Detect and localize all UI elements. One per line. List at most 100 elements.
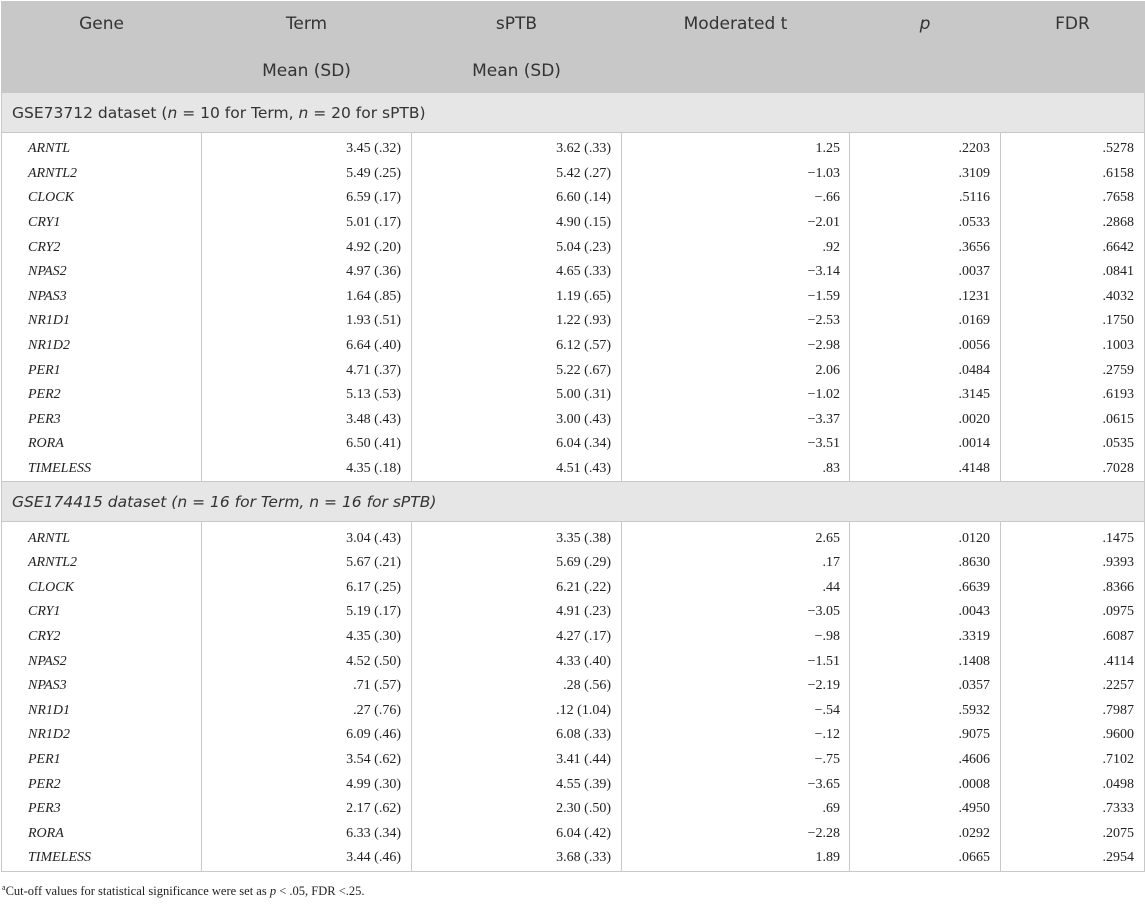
sptb-mean-cell: .28 (.56) [411,673,622,699]
sptb-mean-cell: 6.21 (.22) [411,575,622,601]
fdr-cell: .7333 [1000,796,1145,822]
p-value-cell: .4148 [849,456,1001,483]
fdr-cell: .6087 [1000,624,1145,650]
moderated-t-cell: .83 [621,456,850,483]
p-value-cell: .0008 [849,772,1001,797]
term-mean-cell: 4.35 (.18) [201,456,412,483]
moderated-t-cell: −3.37 [621,407,850,433]
sptb-mean-cell: 5.42 (.27) [411,161,622,187]
gene-cell: CRY2 [1,624,202,650]
fdr-cell: .0615 [1000,407,1145,433]
gene-cell: ARNTL2 [1,550,202,576]
moderated-t-cell: 1.25 [621,137,850,162]
term-mean-cell: 5.49 (.25) [201,161,412,187]
gene-cell: TIMELESS [1,846,202,872]
gene-cell: CLOCK [1,186,202,211]
gene-cell: ARNTL [1,526,202,551]
sptb-mean-cell: 4.55 (.39) [411,772,622,797]
table-row: NPAS3 1.64 (.85) 1.19 (.65) −1.59.1231.4032 [1,284,1145,310]
results-table: Gene Term sPTB Moderated t p FDR Mean (S… [1,1,1145,872]
fdr-cell: .9393 [1000,550,1145,576]
p-value-cell: .5932 [849,698,1001,724]
moderated-t-cell: 2.06 [621,358,850,383]
term-mean-cell: 1.93 (.51) [201,309,412,334]
fdr-cell: .2868 [1000,210,1145,236]
p-value-cell: .9075 [849,723,1001,748]
term-mean-cell: 3.44 (.46) [201,846,412,872]
term-mean-cell: .71 (.57) [201,673,412,699]
gene-cell: NPAS3 [1,284,202,310]
table-row: PER3 2.17 (.62) 2.30 (.50) .69.4950.7333 [1,796,1145,822]
sptb-mean-cell: 6.12 (.57) [411,333,622,359]
gene-cell: NR1D2 [1,723,202,748]
moderated-t-cell: −3.14 [621,259,850,285]
table-row: ARNTL 3.45 (.32) 3.62 (.33) 1.25.2203.5278 [1,137,1145,162]
section-title-row: GSE73712 dataset (n = 10 for Term, n = 2… [1,92,1145,133]
fdr-cell: .6158 [1000,161,1145,187]
fdr-cell: .1475 [1000,526,1145,551]
p-value-cell: .8630 [849,550,1001,576]
table-row: RORA 6.50 (.41) 6.04 (.34) −3.51.0014.0535 [1,432,1145,457]
sptb-mean-cell: 4.33 (.40) [411,649,622,674]
table-row: TIMELESS 3.44 (.46) 3.68 (.33) 1.89.0665.29… [1,846,1145,872]
gene-cell: CRY1 [1,210,202,236]
term-mean-cell: 2.17 (.62) [201,796,412,822]
p-value-cell: .3656 [849,235,1001,260]
gene-cell: NR1D1 [1,698,202,724]
sptb-mean-cell: 6.04 (.34) [411,432,622,457]
term-mean-cell: 6.50 (.41) [201,432,412,457]
p-value-cell: .2203 [849,137,1001,162]
footnote: aCut-off values for statistical signific… [2,883,365,899]
fdr-cell: .0975 [1000,600,1145,625]
p-value-cell: .5116 [849,186,1001,211]
table-row: CLOCK 6.17 (.25) 6.21 (.22) .44.6639.8366 [1,575,1145,601]
p-value-cell: .0037 [849,259,1001,285]
gene-cell: ARNTL2 [1,161,202,187]
gene-cell: TIMELESS [1,456,202,483]
term-mean-cell: 5.19 (.17) [201,600,412,625]
table-row: ARNTL2 5.67 (.21) 5.69 (.29) .17.8630.9393 [1,550,1145,576]
p-value-cell: .0292 [849,821,1001,847]
sptb-mean-cell: .12 (1.04) [411,698,622,724]
moderated-t-cell: −.54 [621,698,850,724]
term-mean-cell: 6.59 (.17) [201,186,412,211]
table-row: ARNTL2 5.49 (.25) 5.42 (.27) −1.03.3109.615… [1,161,1145,187]
p-value-cell: .1408 [849,649,1001,674]
table-row: CRY2 4.92 (.20) 5.04 (.23) .92.3656.6642 [1,235,1145,260]
moderated-t-cell: −2.53 [621,309,850,334]
sptb-mean-cell: 4.51 (.43) [411,456,622,483]
p-value-cell: .0533 [849,210,1001,236]
moderated-t-cell: 2.65 [621,526,850,551]
term-mean-cell: 5.13 (.53) [201,382,412,408]
table-row: ARNTL 3.04 (.43) 3.35 (.38) 2.65.0120.1475 [1,526,1145,551]
moderated-t-cell: −1.59 [621,284,850,310]
term-mean-cell: .27 (.76) [201,698,412,724]
fdr-cell: .1750 [1000,309,1145,334]
gene-cell: RORA [1,432,202,457]
term-mean-cell: 3.54 (.62) [201,747,412,773]
sptb-mean-cell: 3.41 (.44) [411,747,622,773]
fdr-cell: .2759 [1000,358,1145,383]
moderated-t-cell: −.12 [621,723,850,748]
p-value-cell: .0043 [849,600,1001,625]
moderated-t-cell: −.75 [621,747,850,773]
sptb-mean-cell: 4.65 (.33) [411,259,622,285]
table-row: CRY1 5.01 (.17) 4.90 (.15) −2.01.0533.2868 [1,210,1145,236]
sptb-mean-cell: 3.68 (.33) [411,846,622,872]
term-mean-cell: 5.01 (.17) [201,210,412,236]
col-header-sptb: sPTB [411,1,622,48]
table-row: NR1D1 1.93 (.51) 1.22 (.93) −2.53.0169.1750 [1,309,1145,334]
section-title: GSE174415 dataset (n = 16 for Term, n = … [1,481,1145,523]
term-mean-cell: 4.99 (.30) [201,772,412,797]
p-value-cell: .3145 [849,382,1001,408]
term-mean-cell: 3.45 (.32) [201,137,412,162]
moderated-t-cell: −.66 [621,186,850,211]
col-header-gene: Gene [1,1,202,93]
moderated-t-cell: −3.65 [621,772,850,797]
term-mean-cell: 4.97 (.36) [201,259,412,285]
term-mean-cell: 3.04 (.43) [201,526,412,551]
table-row: NR1D2 6.09 (.46) 6.08 (.33) −.12.9075.9600 [1,723,1145,748]
fdr-cell: .6642 [1000,235,1145,260]
col-header-moderated-t: Moderated t [621,1,850,93]
moderated-t-cell: −1.51 [621,649,850,674]
